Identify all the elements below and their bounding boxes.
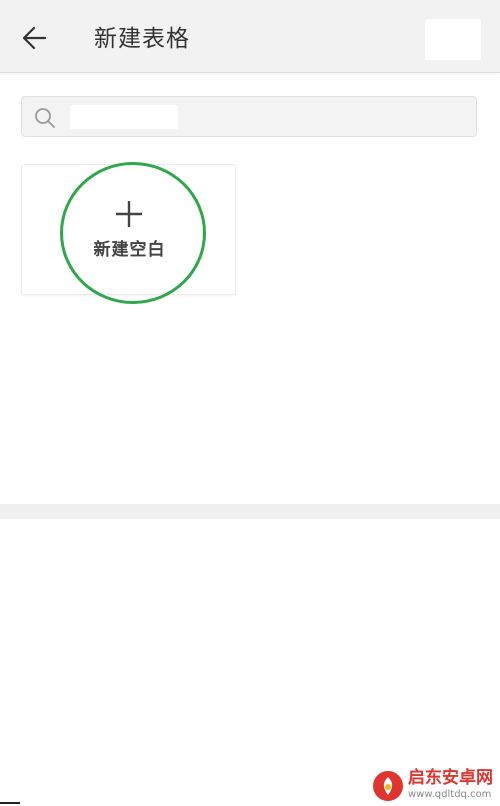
search-icon [35,108,55,128]
header-action-button[interactable] [425,19,481,60]
app-header: 新建表格 [0,0,500,73]
search-bar[interactable] [21,96,477,137]
new-blank-template-card[interactable]: 新建空白 [21,164,236,295]
watermark-name: 启东安卓网 [408,768,493,788]
plus-icon [116,201,142,227]
edge-mark [0,802,20,804]
arrow-left-icon [22,26,47,50]
watermark-logo-icon [373,771,403,801]
section-divider [0,504,500,519]
new-blank-label: 新建空白 [93,240,166,260]
search-input[interactable] [70,105,178,129]
back-button[interactable] [12,16,56,60]
watermark-url: www.qdltdq.com [408,789,492,800]
watermark: 启东安卓网 www.qdltdq.com [372,768,498,804]
page-title: 新建表格 [94,26,190,52]
